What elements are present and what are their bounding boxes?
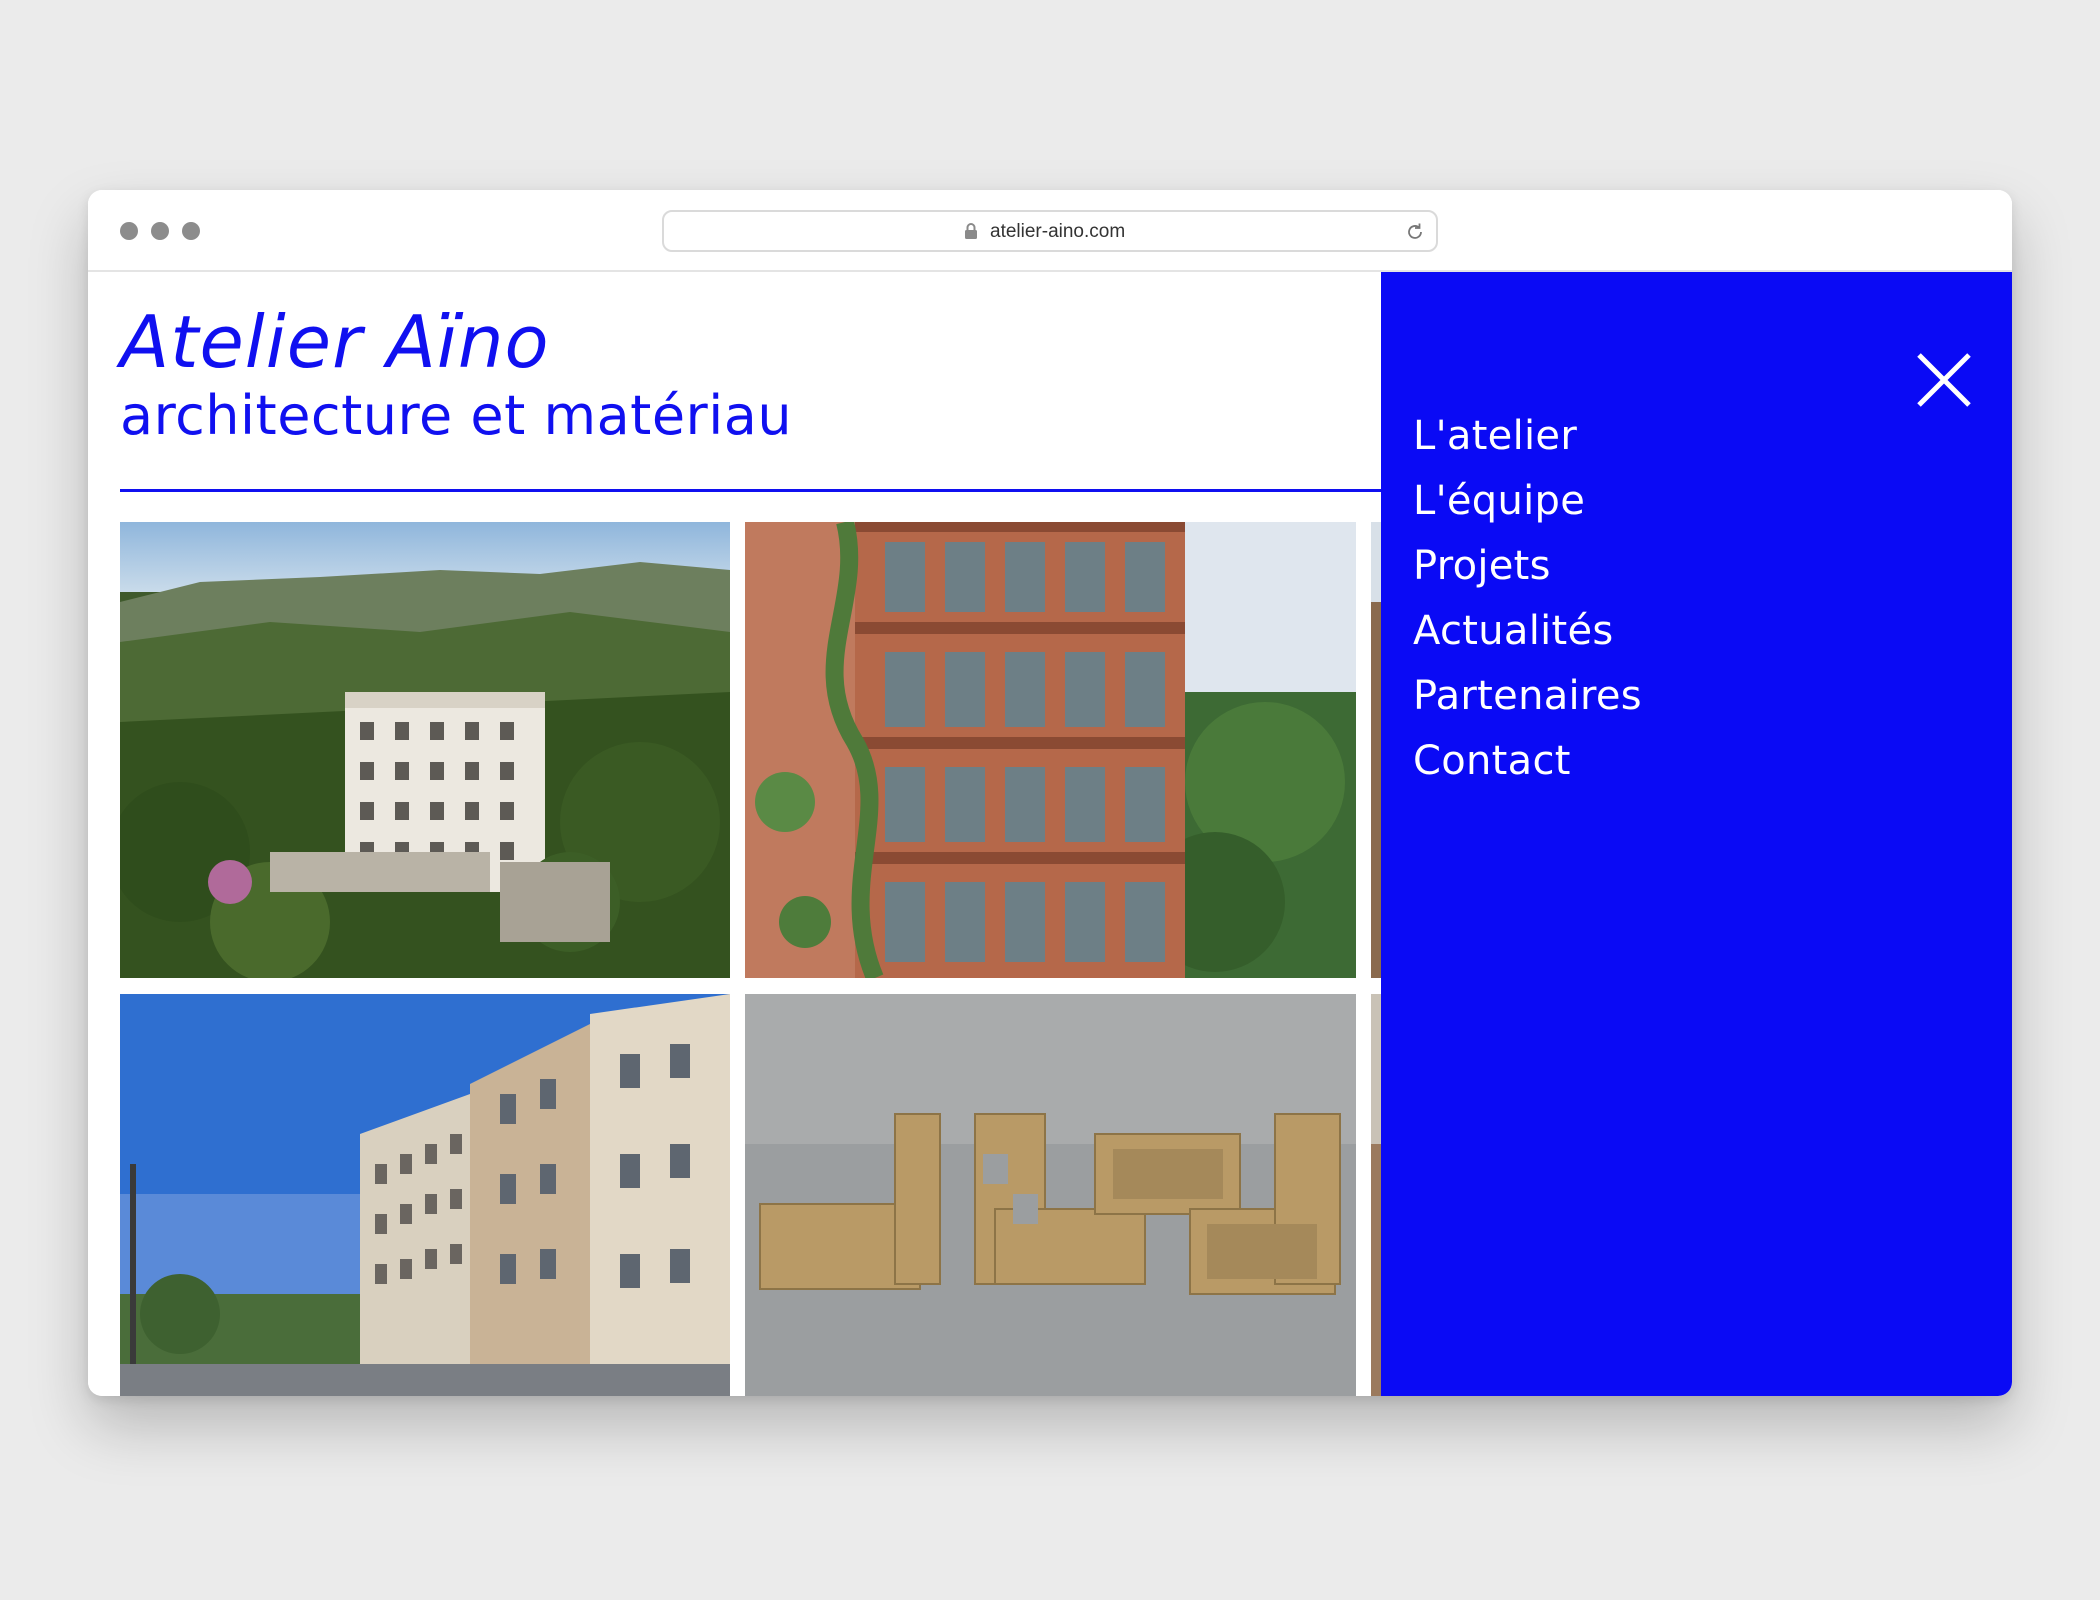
nav-item-projets[interactable]: Projets [1413, 534, 1642, 599]
reload-icon[interactable] [1404, 221, 1426, 243]
nav-item-atelier[interactable]: L'atelier [1413, 404, 1642, 469]
project-image-earth-blocks[interactable] [745, 994, 1356, 1396]
browser-window: atelier-aino.com Atelier Aïno architectu… [88, 190, 2012, 1396]
nav-item-actualites[interactable]: Actualités [1413, 599, 1642, 664]
project-image-hillside-villa[interactable] [120, 522, 730, 978]
site-subtitle: architecture et matériau [120, 384, 793, 447]
url-text: atelier-aino.com [990, 221, 1126, 242]
lock-icon [965, 223, 977, 239]
close-icon[interactable] [1916, 352, 1972, 408]
window-zoom-dot[interactable] [182, 222, 200, 240]
project-image-street-buildings[interactable] [120, 994, 730, 1396]
project-image-brick-facade[interactable] [745, 522, 1356, 978]
address-bar[interactable]: atelier-aino.com [662, 210, 1438, 252]
nav-item-partenaires[interactable]: Partenaires [1413, 664, 1642, 729]
window-close-dot[interactable] [120, 222, 138, 240]
site-title[interactable]: Atelier Aïno [120, 300, 550, 384]
menu-panel: L'atelier L'équipe Projets Actualités Pa… [1381, 272, 2012, 1396]
window-minimize-dot[interactable] [151, 222, 169, 240]
nav-item-equipe[interactable]: L'équipe [1413, 469, 1642, 534]
main-navigation: L'atelier L'équipe Projets Actualités Pa… [1413, 404, 1642, 794]
nav-item-contact[interactable]: Contact [1413, 729, 1642, 794]
header-divider [120, 489, 1420, 492]
browser-toolbar: atelier-aino.com [88, 190, 2012, 272]
